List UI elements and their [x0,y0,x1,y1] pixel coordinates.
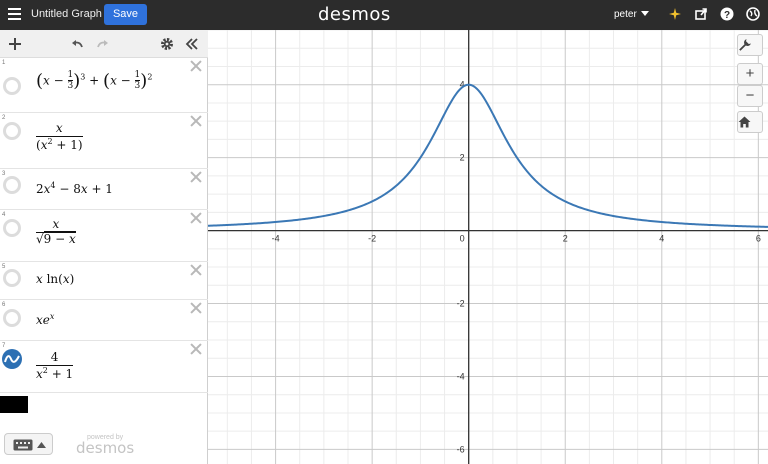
expression-math[interactable]: x √9 − x [36,217,76,247]
menu-icon[interactable] [8,8,21,20]
minor-grid [208,30,768,464]
collapse-panel-icon[interactable] [185,37,199,51]
hidden-graph-toggle[interactable] [3,219,21,237]
curve-series [208,83,768,228]
y-tick-label: -6 [457,444,465,454]
top-bar: Untitled Graph Save desmos peter ? [0,0,768,30]
graph-settings-button[interactable] [737,34,763,56]
caret-up-icon [37,442,46,448]
hidden-graph-toggle[interactable] [3,269,21,287]
x-tick-label: 4 [659,234,664,244]
expression-index: 6 [2,302,6,308]
keyboard-icon [13,439,33,451]
expression-item[interactable]: 1 (x − 1 3)3 + (x − 1 3)2 [0,58,208,113]
graph-canvas[interactable]: -4 -2 0 2 4 642-2-4-6 [208,30,768,464]
graph-paper[interactable]: -4 -2 0 2 4 6 4 2 -2 -4 -6 + − [208,30,768,464]
expression-panel: 1 (x − 1 3)3 + (x − 1 3)2 2 x (x2 + 1) 3 2x… [0,30,208,464]
help-icon[interactable]: ? [720,7,734,21]
gear-icon[interactable] [160,37,174,51]
hidden-graph-toggle[interactable] [3,176,21,194]
delete-expression-button[interactable] [190,115,202,127]
undo-icon[interactable] [70,37,84,51]
delete-expression-button[interactable] [190,60,202,72]
svg-text:?: ? [724,10,730,21]
expression-math[interactable]: 4 x2 + 1 [36,350,74,382]
expression-index: 4 [2,212,6,218]
x-tick-label: -4 [272,234,280,244]
expression-item[interactable]: 5 x ln(x) [0,262,208,300]
expression-index: 1 [2,60,6,66]
color-swatch [0,396,28,413]
redo-icon[interactable] [96,37,110,51]
desmos-logo: desmos [318,4,391,25]
desmos-app: Untitled Graph Save desmos peter ? 1 (x … [0,0,768,464]
zoom-out-button[interactable]: − [737,85,763,107]
expression-math[interactable]: xex [36,312,54,327]
expression-math[interactable]: x (x2 + 1) [36,121,83,153]
sparkle-icon[interactable] [668,7,682,21]
expression-item[interactable]: 2 x (x2 + 1) [0,113,208,169]
save-button[interactable]: Save [104,4,147,25]
powered-by-brand: desmos [76,439,135,457]
expression-math[interactable]: x ln(x) [36,272,74,286]
hidden-graph-toggle[interactable] [3,77,21,95]
y-tick-label: -2 [457,299,465,309]
globe-icon[interactable] [746,7,760,21]
expression-item[interactable]: 3 2x4 − 8x + 1 [0,169,208,210]
delete-expression-button[interactable] [190,171,202,183]
graph-visible-icon[interactable] [2,349,22,369]
y-tick-label: 2 [460,153,465,163]
share-icon[interactable] [694,7,708,21]
delete-expression-button[interactable] [190,302,202,314]
expression-index: 3 [2,171,6,177]
expression-item[interactable]: 6 xex [0,300,208,341]
panel-toolbar [0,30,208,58]
x-tick-label: 0 [460,234,465,244]
major-grid [208,30,768,464]
delete-expression-button[interactable] [190,212,202,224]
plus-icon: + [745,65,755,82]
graph-title[interactable]: Untitled Graph [31,8,102,20]
home-icon [738,116,751,128]
delete-expression-button[interactable] [190,264,202,276]
powered-by-desmos: powered by desmos [76,434,134,457]
x-tick-label: 2 [563,234,568,244]
expression-item[interactable]: 4 x √9 − x [0,210,208,262]
delete-expression-button[interactable] [190,343,202,355]
x-tick-label: -2 [368,234,376,244]
default-view-button[interactable] [737,111,763,133]
user-name: peter [614,9,637,20]
expression-math[interactable]: 2x4 − 8x + 1 [36,181,113,196]
minus-icon: − [745,87,755,104]
x-tick-label: 6 [756,234,761,244]
expression-item[interactable]: 7 4 x2 + 1 [0,341,208,393]
hidden-graph-toggle[interactable] [3,122,21,140]
hidden-graph-toggle[interactable] [3,309,21,327]
zoom-in-button[interactable]: + [737,63,763,85]
y-tick-label: -4 [457,371,465,381]
axes [208,30,768,464]
add-icon[interactable] [8,37,22,51]
expression-index: 2 [2,115,6,121]
keyboard-toggle-button[interactable] [4,433,53,455]
wrench-icon [739,39,751,51]
user-menu[interactable]: peter [614,9,649,20]
chevron-down-icon [640,11,649,16]
expression-math[interactable]: (x − 1 3)3 + (x − 1 3)2 [36,70,152,92]
expression-index: 5 [2,264,6,270]
